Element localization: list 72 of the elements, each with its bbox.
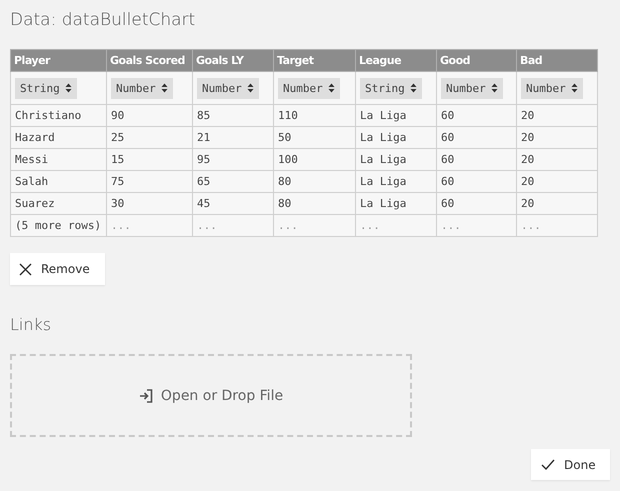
table-cell: 60 [436,148,516,170]
table-cell: Christiano [10,104,106,126]
import-icon [138,388,153,402]
table-cell: Suarez [10,192,106,214]
type-select[interactable]: Number [521,78,583,98]
column-header: Bad [516,50,598,72]
done-button[interactable]: Done [531,449,610,480]
table-cell: 20 [516,104,598,126]
sort-icon [410,83,417,93]
table-cell: ... [356,214,436,236]
table-cell: 60 [436,126,516,148]
file-drop-zone[interactable]: Open or Drop File [10,354,412,437]
section-title: Data: dataBulletChart [10,9,196,32]
table-cell: 20 [516,148,598,170]
table-cell: 20 [516,126,598,148]
column-header: Goals LY [192,50,274,72]
table-cell: 110 [274,104,356,126]
column-header: Goals Scored [106,50,192,72]
table-cell: La Liga [356,126,436,148]
sort-icon [246,83,254,93]
sort-icon [490,83,498,93]
table-cell: ... [516,214,598,236]
table-cell: 21 [192,126,274,148]
type-select[interactable]: String [360,78,422,98]
drop-zone-label: Open or Drop File [160,388,284,404]
table-cell: 60 [436,104,516,126]
table-cell: Salah [10,170,106,192]
table-cell: 60 [436,170,516,192]
sort-icon [328,83,335,93]
sort-icon [570,83,578,93]
table-cell: 80 [274,192,356,214]
table-cell: 50 [274,126,356,148]
table-cell: 65 [192,170,274,192]
type-select[interactable]: String [15,78,77,98]
table-cell: 60 [436,192,516,214]
table-cell: 20 [516,170,598,192]
remove-button[interactable]: Remove [10,253,105,285]
close-icon [19,262,32,276]
table-cell: 90 [106,104,192,126]
type-select[interactable]: Number [278,78,340,98]
type-select[interactable]: Number [441,78,503,98]
table-cell: 95 [192,148,274,170]
table-cell: ... [106,214,192,236]
table-cell: 85 [192,104,274,126]
table-cell: La Liga [356,148,436,170]
sort-icon [160,83,168,93]
sort-icon [64,83,72,93]
table-cell: (5 more rows) [10,214,106,236]
table-cell: 15 [106,148,192,170]
table-cell: 75 [106,170,192,192]
table-cell: 25 [106,126,192,148]
table-cell: ... [274,214,356,236]
table-cell: 45 [192,192,274,214]
table-cell: 30 [106,192,192,214]
table-cell: Hazard [10,126,106,148]
type-select[interactable]: Number [197,78,259,98]
section-heading: Links [10,315,52,336]
table-cell: ... [436,214,516,236]
column-header: League [356,50,436,72]
table-cell: 100 [274,148,356,170]
column-header: Player [10,50,106,72]
check-icon [541,459,555,470]
table-cell: La Liga [356,104,436,126]
table-cell: 80 [274,170,356,192]
table-cell: 20 [516,192,598,214]
column-header: Good [436,50,516,72]
table-cell: ... [192,214,274,236]
column-header: Target [274,50,356,72]
table-cell: La Liga [356,170,436,192]
type-select[interactable]: Number [111,78,173,98]
table-cell: La Liga [356,192,436,214]
table-cell: Messi [10,148,106,170]
